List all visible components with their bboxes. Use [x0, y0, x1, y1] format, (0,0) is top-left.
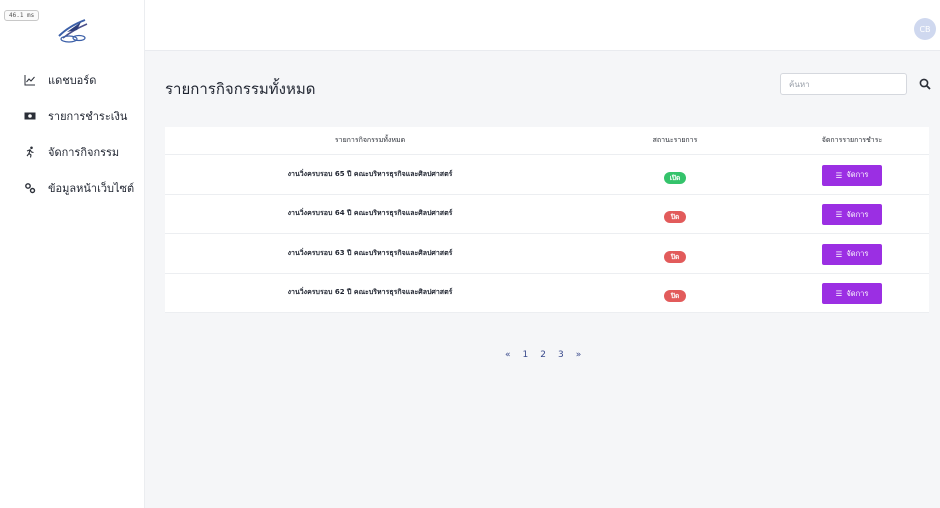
- activity-name: งานวิ่งครบรอบ 64 ปี คณะบริหารธุรกิจและศิ…: [287, 209, 453, 218]
- sidebar-item-label: จัดการกิจกรรม: [48, 146, 120, 159]
- site-logo[interactable]: [55, 16, 91, 44]
- list-icon: ☰: [835, 210, 843, 220]
- page-title: รายการกิจกรรมทั้งหมด: [165, 80, 316, 98]
- pagination-prev[interactable]: «: [505, 350, 511, 360]
- activities-table: รายการกิจกรรมทั้งหมด สถานะรายการ จัดการร…: [165, 127, 929, 313]
- status-badge: ปิด: [664, 290, 686, 303]
- sidebar-item-payments[interactable]: รายการชำระเงิน: [0, 98, 145, 134]
- activity-name: งานวิ่งครบรอบ 63 ปี คณะบริหารธุรกิจและศิ…: [287, 248, 453, 257]
- status-badge: เปิด: [664, 171, 686, 184]
- pagination-page-3[interactable]: 3: [558, 350, 564, 360]
- gears-icon: [24, 182, 36, 194]
- status-badge: ปิด: [664, 211, 686, 224]
- table-row: งานวิ่งครบรอบ 63 ปี คณะบริหารธุรกิจและศิ…: [165, 234, 929, 274]
- column-header-activity: รายการกิจกรรมทั้งหมด: [334, 136, 406, 144]
- table-row: งานวิ่งครบรอบ 62 ปี คณะบริหารธุรกิจและศิ…: [165, 274, 929, 313]
- manage-button-label: จัดการ: [846, 209, 869, 219]
- manage-button[interactable]: ☰ จัดการ: [822, 243, 882, 265]
- running-person-icon: [24, 146, 36, 158]
- pagination-next[interactable]: »: [576, 350, 582, 360]
- manage-button-label: จัดการ: [846, 170, 869, 180]
- list-icon: ☰: [835, 249, 843, 259]
- manage-button-label: จัดการ: [846, 288, 869, 298]
- topbar: CB: [145, 0, 940, 51]
- search-icon: [919, 75, 931, 94]
- table-row: งานวิ่งครบรอบ 65 ปี คณะบริหารธุรกิจและศิ…: [165, 155, 929, 195]
- status-badge: ปิด: [664, 250, 686, 263]
- sidebar-item-activities[interactable]: จัดการกิจกรรม: [0, 134, 145, 170]
- table-row: งานวิ่งครบรอบ 64 ปี คณะบริหารธุรกิจและศิ…: [165, 195, 929, 234]
- manage-button[interactable]: ☰ จัดการ: [822, 164, 882, 186]
- sidebar-item-website-info[interactable]: ข้อมูลหน้าเว็บไซต์: [0, 170, 145, 206]
- sidebar-item-dashboard[interactable]: แดชบอร์ด: [0, 62, 145, 98]
- manage-button-label: จัดการ: [846, 249, 869, 259]
- sidebar-nav: แดชบอร์ด รายการชำระเงิน จัดการกิจกรรม ข้…: [0, 62, 145, 206]
- sidebar: 46.1 ms แดชบอร์ด รายการชำระเงิน จัดการกิ…: [0, 0, 145, 508]
- money-bill-icon: [24, 110, 36, 122]
- activity-name: งานวิ่งครบรอบ 62 ปี คณะบริหารธุรกิจและศิ…: [287, 288, 453, 297]
- sidebar-item-label: ข้อมูลหน้าเว็บไซต์: [48, 182, 135, 195]
- list-icon: ☰: [835, 170, 843, 180]
- chart-line-icon: [24, 74, 36, 86]
- pagination-page-1[interactable]: 1: [523, 350, 529, 360]
- sidebar-item-label: รายการชำระเงิน: [48, 110, 128, 123]
- column-header-manage: จัดการรายการชำระ: [821, 136, 883, 144]
- activity-name: งานวิ่งครบรอบ 65 ปี คณะบริหารธุรกิจและศิ…: [287, 169, 453, 178]
- pagination-page-2[interactable]: 2: [540, 350, 546, 360]
- manage-button[interactable]: ☰ จัดการ: [822, 283, 882, 305]
- manage-button[interactable]: ☰ จัดการ: [822, 204, 882, 226]
- main-content: CB รายการกิจกรรมทั้งหมด รายการกิจกรรมทั้…: [145, 0, 940, 508]
- list-icon: ☰: [835, 289, 843, 299]
- pagination: « 1 2 3 »: [505, 350, 581, 360]
- perf-badge: 46.1 ms: [4, 10, 40, 21]
- search-button[interactable]: [917, 76, 933, 92]
- avatar[interactable]: CB: [914, 18, 936, 40]
- column-header-status: สถานะรายการ: [652, 136, 698, 144]
- search-input[interactable]: [780, 73, 907, 95]
- sidebar-item-label: แดชบอร์ด: [48, 74, 97, 87]
- table-header: รายการกิจกรรมทั้งหมด สถานะรายการ จัดการร…: [165, 127, 929, 155]
